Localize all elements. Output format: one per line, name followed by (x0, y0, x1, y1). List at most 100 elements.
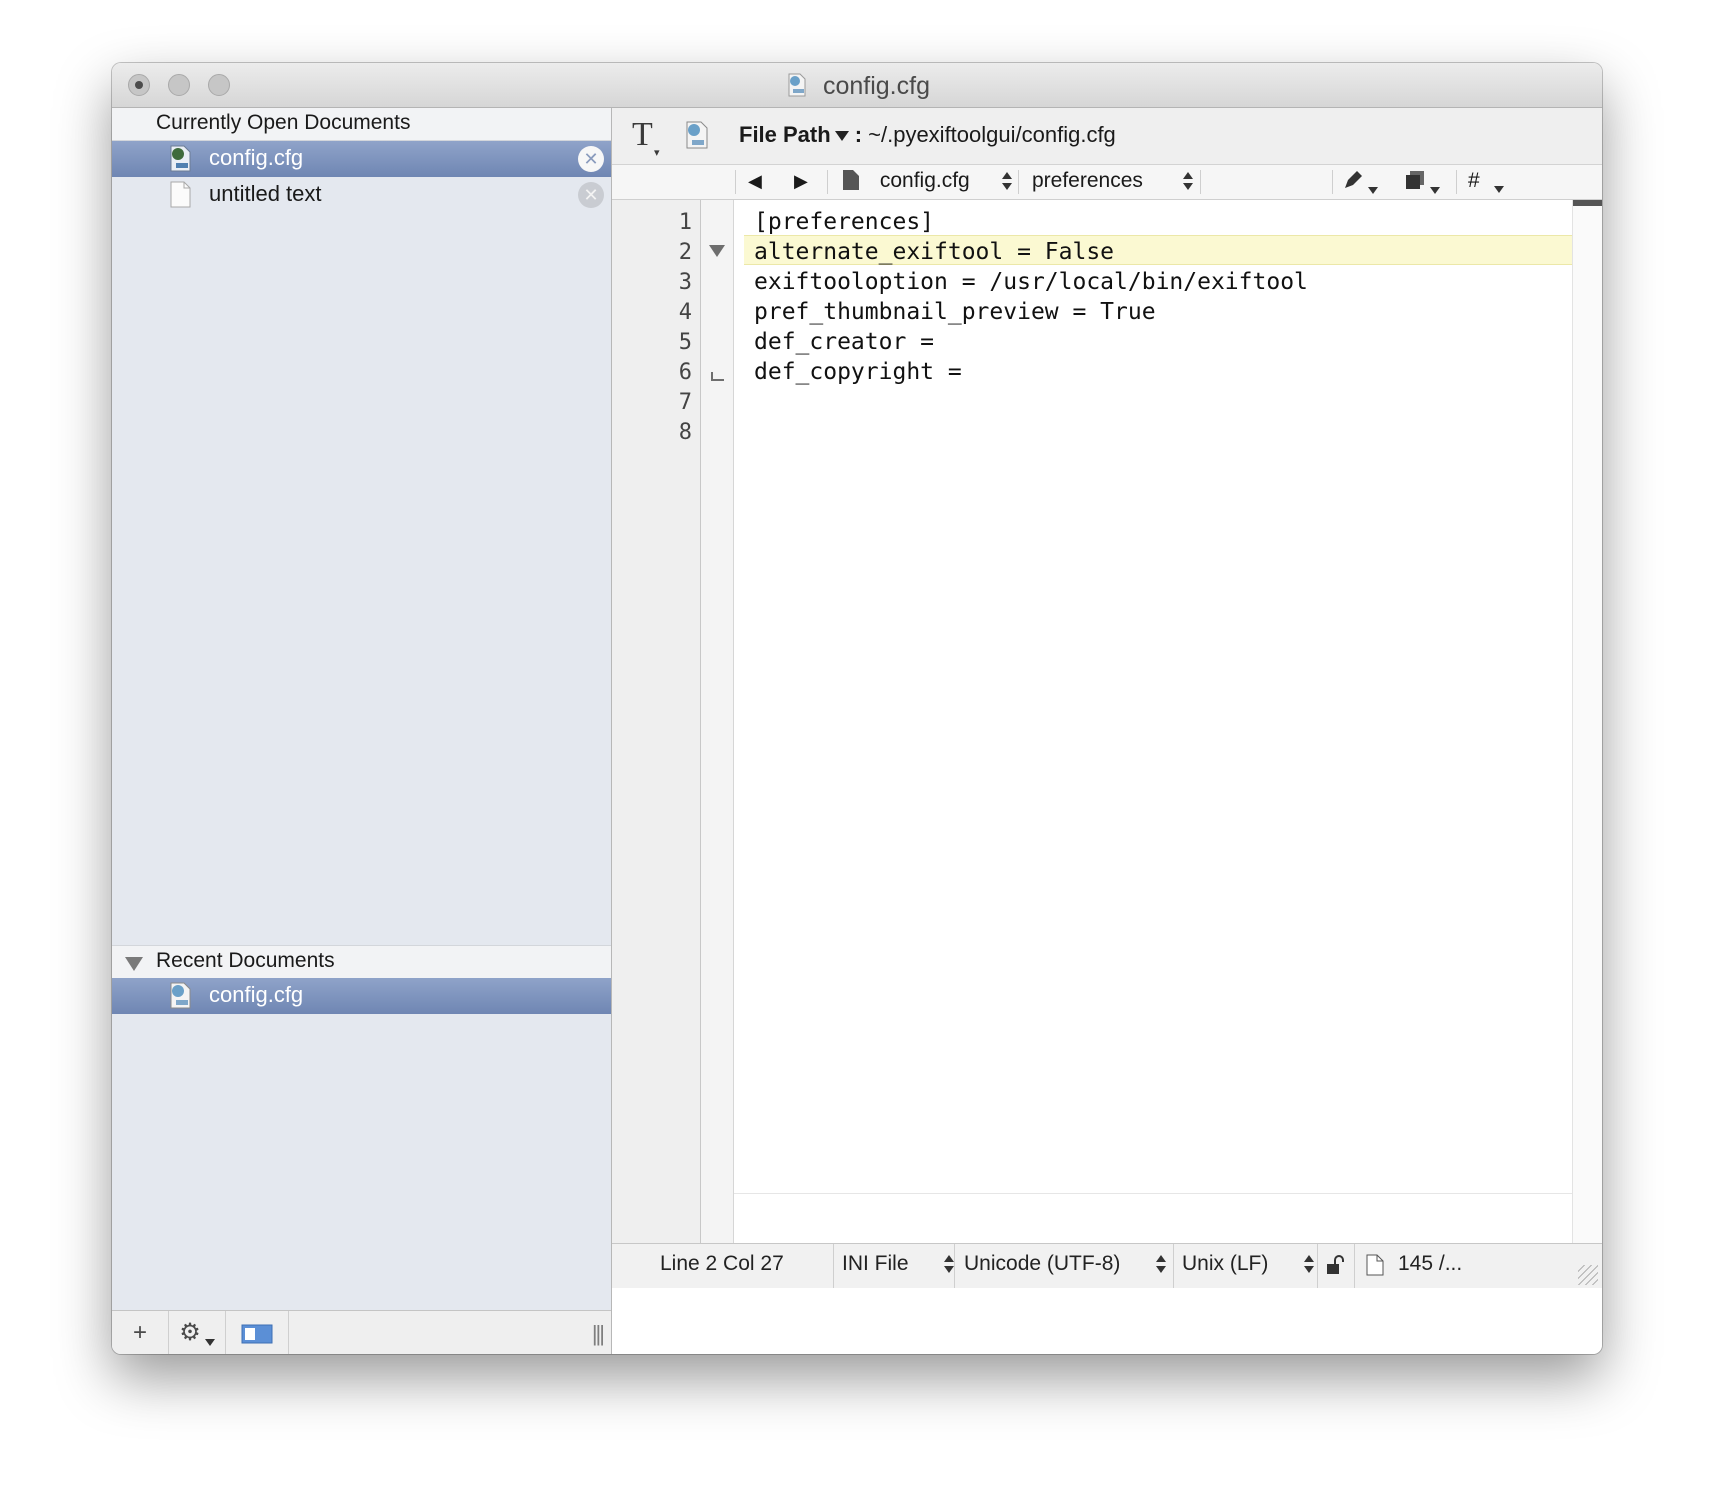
sidebar-layout-icon (241, 1324, 273, 1344)
documents-stack-icon (1406, 171, 1424, 189)
sidebar-toggle-button[interactable] (226, 1311, 289, 1354)
code-line[interactable]: alternate_exiftool = False (754, 239, 1114, 265)
sidebar-resize-handle[interactable]: ||| (592, 1321, 605, 1347)
status-bar: Line 2 Col 27 INI File Unicode (UTF-8) U… (612, 1243, 1602, 1289)
text-document-icon (170, 181, 191, 208)
document-menu-button[interactable] (1404, 169, 1440, 194)
line-number: 7 (678, 390, 692, 415)
code-line[interactable]: def_copyright = (754, 359, 962, 385)
line-number-menu-button[interactable]: # (1468, 169, 1504, 193)
file-path-display[interactable]: File Path: ~/.pyexiftoolgui/config.cfg (739, 122, 1116, 148)
code-line[interactable]: exiftooloption = /usr/local/bin/exiftool (754, 269, 1308, 295)
document-size[interactable]: 145 /... (1398, 1252, 1462, 1276)
file-path-separator: : (854, 122, 863, 147)
text-options-button[interactable]: T ▾ (632, 116, 660, 159)
open-document-label: config.cfg (209, 145, 304, 170)
line-number: 8 (678, 420, 692, 445)
updown-arrows-icon (1182, 170, 1193, 192)
recent-document-item[interactable]: config.cfg (112, 978, 611, 1014)
divider (735, 170, 736, 194)
sidebar-footer: + ⚙ ||| (112, 1310, 611, 1354)
document-sidebar: Currently Open Documents config.cfg ✕ un… (112, 108, 612, 1354)
window-title-text: config.cfg (822, 72, 930, 100)
code-line[interactable]: def_creator = (754, 329, 934, 355)
language-selector[interactable]: INI File (842, 1252, 955, 1276)
fold-triangle-icon[interactable] (708, 244, 726, 258)
section-selector-label: preferences (1032, 169, 1143, 192)
chevron-down-icon (1493, 186, 1504, 193)
open-document-label: untitled text (209, 181, 322, 206)
line-number: 2 (678, 240, 692, 265)
vertical-scrollbar[interactable] (1572, 200, 1602, 1243)
line-number: 4 (678, 300, 692, 325)
fold-end-icon[interactable] (711, 372, 725, 382)
language-label: INI File (842, 1252, 909, 1275)
back-button[interactable]: ◀ (748, 171, 762, 192)
recent-documents-title: Recent Documents (156, 949, 335, 972)
navigation-bar: ◀ ▶ config.cfg preferences # (612, 165, 1602, 200)
resize-grip[interactable] (1578, 1265, 1598, 1285)
gear-menu-button[interactable]: ⚙ (169, 1311, 226, 1354)
divider (1317, 1244, 1318, 1289)
section-selector[interactable]: preferences (1032, 169, 1193, 193)
open-document-item[interactable]: untitled text ✕ (112, 177, 611, 213)
fold-gutter (701, 200, 734, 1243)
app-window: config.cfg Currently Open Documents conf… (112, 63, 1602, 1354)
recent-documents-header[interactable]: Recent Documents (112, 945, 611, 979)
updown-arrows-icon (1001, 170, 1012, 192)
line-number: 3 (678, 270, 692, 295)
open-document-item[interactable]: config.cfg ✕ (112, 141, 611, 177)
file-path-label: File Path (739, 122, 831, 147)
chevron-down-icon (834, 131, 849, 142)
divider (827, 170, 828, 194)
file-icon (843, 170, 859, 190)
divider (1018, 170, 1019, 194)
gear-icon: ⚙ (179, 1319, 201, 1346)
line-number: 5 (678, 330, 692, 355)
document-stats-icon (1366, 1254, 1384, 1276)
divider (954, 1244, 955, 1289)
recent-document-label: config.cfg (209, 982, 304, 1007)
code-line[interactable]: pref_thumbnail_preview = True (754, 299, 1156, 325)
config-file-icon (170, 982, 191, 1009)
line-number: 6 (678, 360, 692, 385)
encoding-label: Unicode (UTF-8) (964, 1252, 1121, 1275)
close-document-button[interactable]: ✕ (578, 146, 604, 172)
file-path-value: ~/.pyexiftoolgui/config.cfg (868, 122, 1116, 147)
encoding-selector[interactable]: Unicode (UTF-8) (964, 1252, 1167, 1276)
window-title: config.cfg (112, 72, 1602, 101)
forward-button[interactable]: ▶ (794, 171, 808, 192)
chevron-down-icon (1430, 187, 1440, 194)
cursor-position[interactable]: Line 2 Col 27 (660, 1252, 784, 1276)
updown-arrows-icon (944, 1253, 955, 1275)
divider (833, 1244, 834, 1289)
config-file-icon (788, 73, 806, 97)
code-line[interactable]: [preferences] (754, 209, 934, 235)
text-editor[interactable]: [preferences] alternate_exiftool = False… (734, 200, 1572, 1243)
document-proxy-icon[interactable] (682, 120, 712, 150)
divider (1173, 1244, 1174, 1289)
horizontal-scroll-area[interactable] (734, 1193, 1572, 1244)
updown-arrows-icon (1156, 1253, 1167, 1275)
divider (1354, 1244, 1355, 1289)
file-selector[interactable]: config.cfg (842, 169, 1012, 193)
config-file-icon (170, 145, 191, 172)
markup-menu-button[interactable] (1342, 169, 1378, 194)
title-bar: config.cfg (112, 63, 1602, 108)
chevron-down-icon (1368, 187, 1378, 194)
close-document-button[interactable]: ✕ (578, 182, 604, 208)
line-endings-selector[interactable]: Unix (LF) (1182, 1252, 1315, 1276)
file-toolbar: T ▾ File Path: ~/.pyexiftoolgui/config.cf… (612, 108, 1602, 165)
divider (1456, 170, 1457, 194)
unlocked-icon[interactable] (1326, 1254, 1344, 1276)
add-document-button[interactable]: + (112, 1311, 169, 1354)
disclosure-triangle-icon[interactable] (125, 957, 143, 971)
file-selector-label: config.cfg (879, 169, 970, 192)
text-tool-label: T (632, 116, 653, 153)
line-endings-label: Unix (LF) (1182, 1252, 1269, 1275)
divider (1200, 170, 1201, 194)
chevron-down-icon (204, 1339, 215, 1346)
pencil-icon (1345, 171, 1362, 188)
divider (1332, 170, 1333, 194)
line-number: 1 (678, 210, 692, 235)
